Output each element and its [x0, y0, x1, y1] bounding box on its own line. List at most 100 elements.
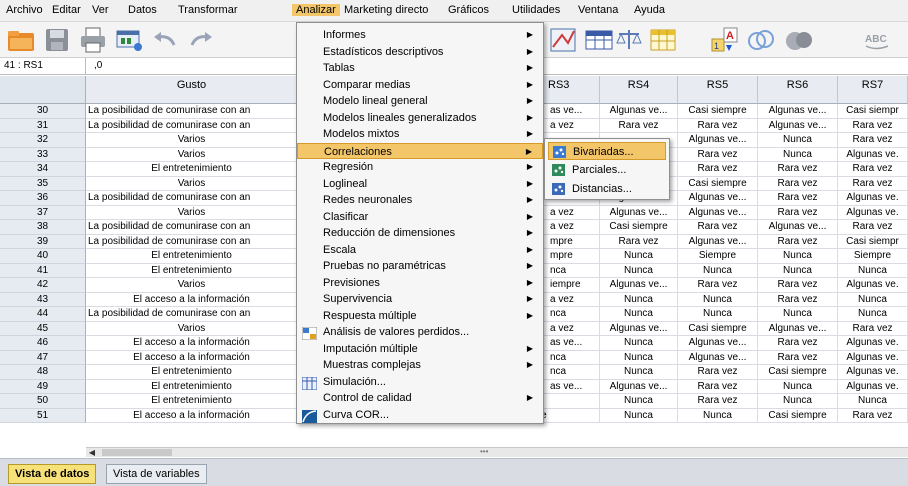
- cell-rs7[interactable]: Casi siempr: [838, 104, 908, 119]
- row-number[interactable]: 30: [0, 104, 86, 119]
- cell-rs4[interactable]: Algunas ve...: [600, 321, 678, 336]
- cell-gusto[interactable]: El acceso a la información: [86, 336, 298, 351]
- column-header-rs7[interactable]: RS7: [838, 76, 908, 104]
- row-number[interactable]: 40: [0, 249, 86, 264]
- cell-rs4[interactable]: Nunca: [600, 394, 678, 409]
- cell-rs7[interactable]: Algunas ve.: [838, 365, 908, 380]
- menu-ayuda[interactable]: Ayuda: [634, 4, 665, 16]
- menu-item-reducción-de-dimensiones[interactable]: Reducción de dimensiones ▶: [297, 225, 543, 242]
- cell-value-input[interactable]: ,0: [90, 58, 290, 74]
- chart-builder-icon[interactable]: [548, 25, 578, 55]
- column-header-rs5[interactable]: RS5: [678, 76, 758, 104]
- cell-rs5[interactable]: Rara vez: [678, 365, 758, 380]
- cell-rs6[interactable]: Rara vez: [758, 234, 838, 249]
- cell-rs5[interactable]: Nunca: [678, 307, 758, 322]
- menu-item-escala[interactable]: Escala ▶: [297, 242, 543, 259]
- menu-marketing-directo[interactable]: Marketing directo: [344, 4, 428, 16]
- menu-item-respuesta-múltiple[interactable]: Respuesta múltiple ▶: [297, 308, 543, 325]
- row-number[interactable]: 47: [0, 350, 86, 365]
- menu-utilidades[interactable]: Utilidades: [512, 4, 560, 16]
- row-number[interactable]: 43: [0, 292, 86, 307]
- cell-rs6[interactable]: Casi siempre: [758, 408, 838, 423]
- cell-gusto[interactable]: El entretenimiento: [86, 263, 298, 278]
- cell-rs6[interactable]: Rara vez: [758, 191, 838, 206]
- menu-item-redes-neuronales[interactable]: Redes neuronales ▶: [297, 192, 543, 209]
- spell-check-icon[interactable]: ABC: [862, 25, 892, 55]
- cell-gusto[interactable]: El entretenimiento: [86, 365, 298, 380]
- cell-rs6[interactable]: Nunca: [758, 133, 838, 148]
- row-number[interactable]: 51: [0, 408, 86, 423]
- cell-rs4[interactable]: Algunas ve...: [600, 104, 678, 119]
- cell-gusto[interactable]: El acceso a la información: [86, 408, 298, 423]
- row-number[interactable]: 49: [0, 379, 86, 394]
- cell-rs6[interactable]: Nunca: [758, 394, 838, 409]
- row-number[interactable]: 48: [0, 365, 86, 380]
- menu-item-comparar-medias[interactable]: Comparar medias ▶: [297, 77, 543, 94]
- cell-rs4[interactable]: Algunas ve...: [600, 205, 678, 220]
- cell-rs7[interactable]: Algunas ve.: [838, 191, 908, 206]
- menu-item-análisis-de-valores-perdidos[interactable]: Análisis de valores perdidos...: [297, 324, 543, 341]
- cell-rs5[interactable]: Algunas ve...: [678, 191, 758, 206]
- row-number[interactable]: 31: [0, 118, 86, 133]
- cell-gusto[interactable]: Varios: [86, 133, 298, 148]
- cell-rs5[interactable]: Algunas ve...: [678, 336, 758, 351]
- cell-rs5[interactable]: Rara vez: [678, 147, 758, 162]
- menu-datos[interactable]: Datos: [128, 4, 157, 16]
- cell-gusto[interactable]: Varios: [86, 278, 298, 293]
- cell-rs5[interactable]: Casi siempre: [678, 321, 758, 336]
- menu-ventana[interactable]: Ventana: [578, 4, 618, 16]
- cell-rs7[interactable]: Rara vez: [838, 162, 908, 177]
- row-number[interactable]: 41: [0, 263, 86, 278]
- scroll-left-icon[interactable]: ◀: [86, 448, 98, 457]
- submenu-item-bivariadas[interactable]: Bivariadas...: [548, 142, 666, 160]
- cell-gusto[interactable]: La posibilidad de comunirase con an: [86, 307, 298, 322]
- menu-item-simulación[interactable]: Simulación...: [297, 374, 543, 391]
- cell-gusto[interactable]: El entretenimiento: [86, 249, 298, 264]
- cell-rs6[interactable]: Algunas ve...: [758, 321, 838, 336]
- cell-rs5[interactable]: Siempre: [678, 249, 758, 264]
- menu-transformar[interactable]: Transformar: [178, 4, 238, 16]
- cell-rs5[interactable]: Rara vez: [678, 278, 758, 293]
- column-header-gusto[interactable]: Gusto: [86, 76, 298, 104]
- cell-rs7[interactable]: Rara vez: [838, 133, 908, 148]
- cell-gusto[interactable]: Varios: [86, 176, 298, 191]
- row-number[interactable]: 39: [0, 234, 86, 249]
- cell-rs7[interactable]: Algunas ve.: [838, 350, 908, 365]
- split-file-icon[interactable]: [648, 25, 678, 55]
- cell-rs6[interactable]: Nunca: [758, 263, 838, 278]
- cell-rs6[interactable]: Rara vez: [758, 350, 838, 365]
- cell-rs5[interactable]: Casi siempre: [678, 176, 758, 191]
- cell-gusto[interactable]: Varios: [86, 147, 298, 162]
- tab-data-view[interactable]: Vista de datos: [8, 464, 97, 484]
- grid-corner[interactable]: [0, 76, 86, 104]
- menu-item-regresión[interactable]: Regresión ▶: [297, 159, 543, 176]
- cell-rs7[interactable]: Algunas ve.: [838, 336, 908, 351]
- cell-rs7[interactable]: Algunas ve.: [838, 147, 908, 162]
- cell-rs6[interactable]: Algunas ve...: [758, 118, 838, 133]
- cell-rs5[interactable]: Casi siempre: [678, 104, 758, 119]
- menu-item-tablas[interactable]: Tablas ▶: [297, 60, 543, 77]
- cell-rs7[interactable]: Rara vez: [838, 176, 908, 191]
- row-number[interactable]: 38: [0, 220, 86, 235]
- cell-rs4[interactable]: Nunca: [600, 263, 678, 278]
- column-header-rs6[interactable]: RS6: [758, 76, 838, 104]
- cell-rs6[interactable]: Casi siempre: [758, 365, 838, 380]
- redo-icon[interactable]: [186, 25, 216, 55]
- row-number[interactable]: 32: [0, 133, 86, 148]
- cell-gusto[interactable]: La posibilidad de comunirase con an: [86, 191, 298, 206]
- cell-rs4[interactable]: Algunas ve...: [600, 278, 678, 293]
- cell-rs6[interactable]: Nunca: [758, 147, 838, 162]
- cell-rs7[interactable]: Casi siempr: [838, 234, 908, 249]
- cell-gusto[interactable]: La posibilidad de comunirase con an: [86, 220, 298, 235]
- cell-rs7[interactable]: Algunas ve.: [838, 205, 908, 220]
- cell-rs6[interactable]: Rara vez: [758, 336, 838, 351]
- menu-item-imputación-múltiple[interactable]: Imputación múltiple ▶: [297, 341, 543, 358]
- cell-rs5[interactable]: Nunca: [678, 292, 758, 307]
- cell-rs6[interactable]: Rara vez: [758, 205, 838, 220]
- submenu-item-distancias[interactable]: Distancias...: [548, 180, 666, 198]
- cell-gusto[interactable]: Varios: [86, 321, 298, 336]
- menu-item-pruebas-no-paramétricas[interactable]: Pruebas no paramétricas ▶: [297, 258, 543, 275]
- menu-item-modelos-lineales-generalizados[interactable]: Modelos lineales generalizados ▶: [297, 110, 543, 127]
- row-number[interactable]: 37: [0, 205, 86, 220]
- dialog-recall-icon[interactable]: [114, 25, 144, 55]
